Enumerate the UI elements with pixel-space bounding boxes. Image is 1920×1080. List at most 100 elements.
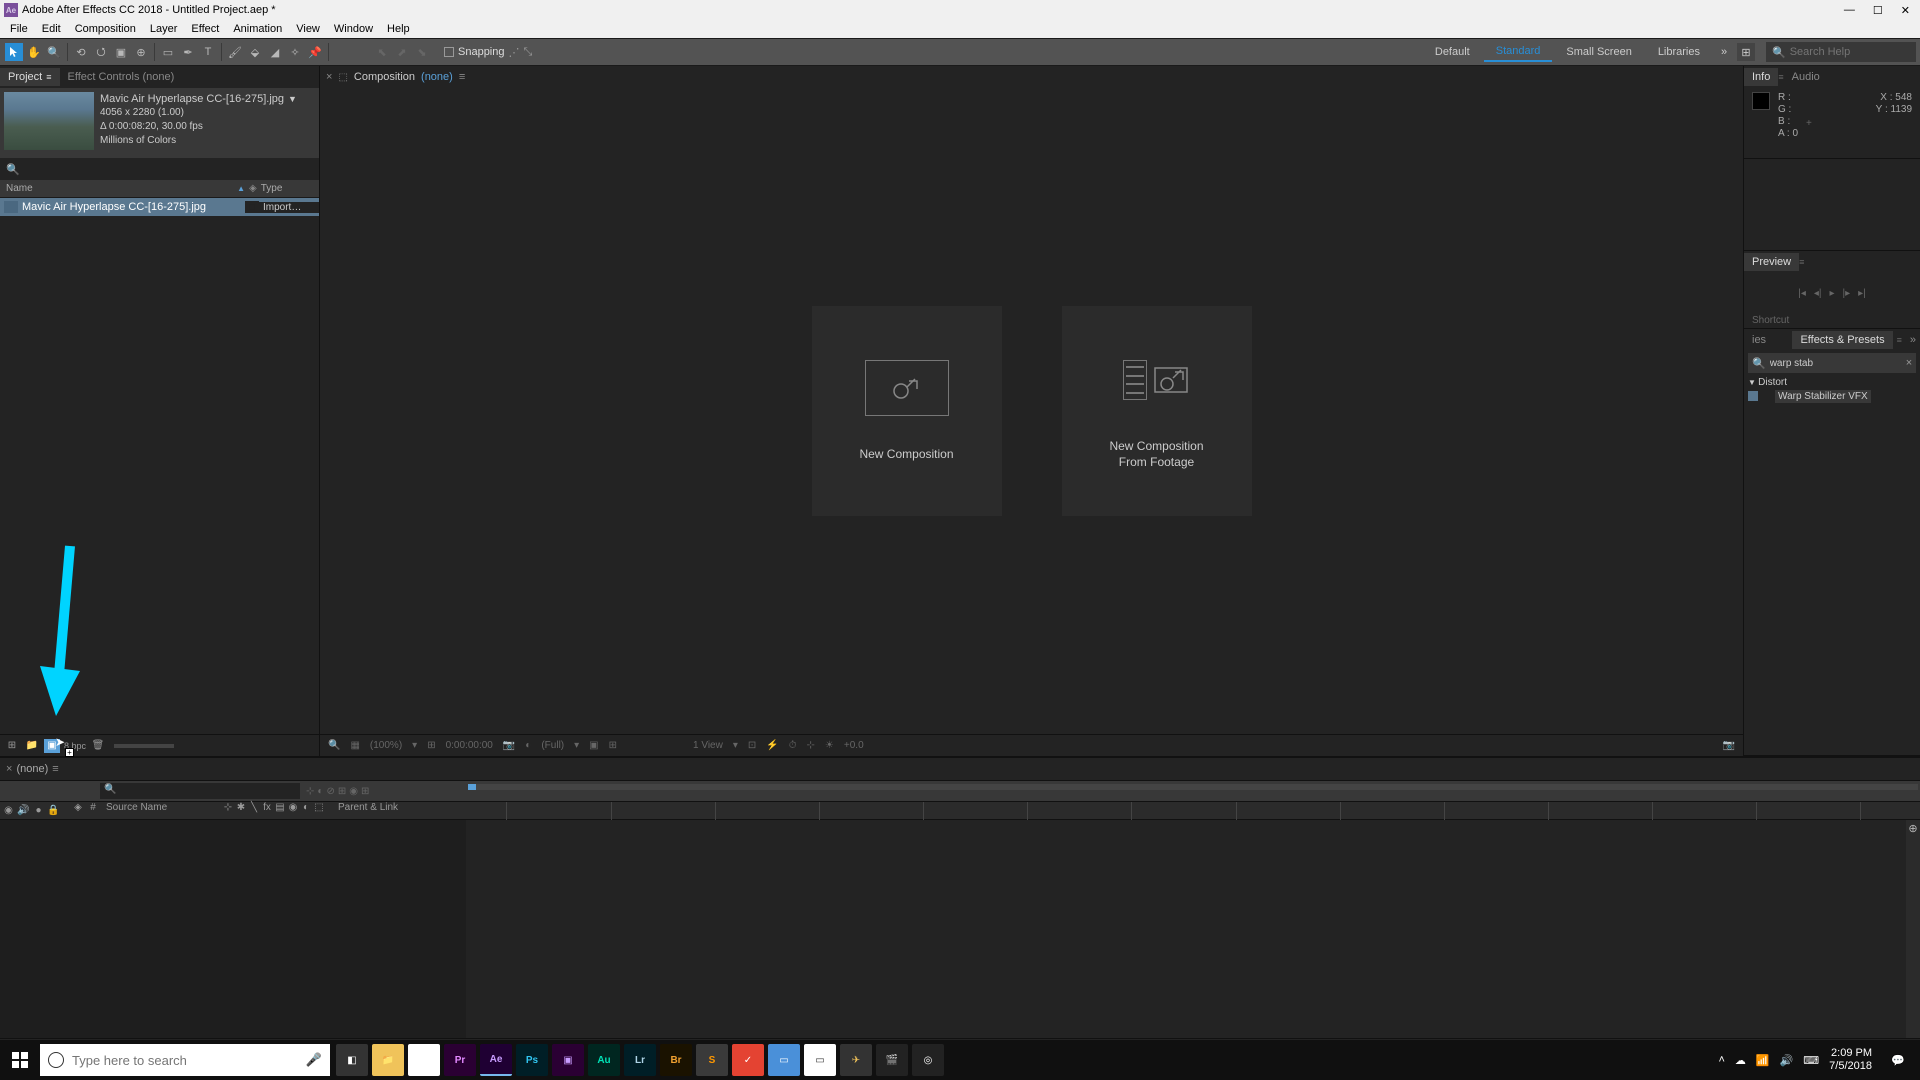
- asset-dropdown-icon[interactable]: ▼: [288, 92, 297, 106]
- taskbar-app-premiere[interactable]: Pr: [444, 1044, 476, 1076]
- roto-tool-icon[interactable]: ✧: [286, 43, 304, 61]
- menu-effect[interactable]: Effect: [185, 22, 225, 36]
- playhead[interactable]: [468, 781, 478, 803]
- local-axis-icon[interactable]: ⬉: [373, 43, 391, 61]
- timeline-side-toggle-icon[interactable]: ⊕: [1906, 820, 1920, 1038]
- taskbar-app-file-explorer[interactable]: 📁: [372, 1044, 404, 1076]
- language-icon[interactable]: ⌨: [1803, 1054, 1819, 1067]
- workspace-libraries[interactable]: Libraries: [1646, 43, 1712, 61]
- source-name-column[interactable]: Source Name: [102, 802, 222, 819]
- index-column[interactable]: #: [84, 802, 102, 819]
- brush-tool-icon[interactable]: 🖌: [226, 43, 244, 61]
- search-help-field[interactable]: 🔍: [1766, 42, 1916, 62]
- tray-overflow-icon[interactable]: ˄: [1718, 1054, 1724, 1066]
- collapse-switch-icon[interactable]: ✱: [235, 802, 247, 819]
- frame-blend-icon[interactable]: ⊞: [338, 786, 346, 797]
- taskbar-search[interactable]: 🎤: [40, 1044, 330, 1076]
- resolution-dropdown[interactable]: (Full): [539, 740, 566, 751]
- resolution-icon[interactable]: ⊞: [425, 740, 437, 751]
- taskbar-app-chrome[interactable]: ◉: [408, 1044, 440, 1076]
- panel-menu-icon[interactable]: ≡: [46, 72, 51, 82]
- selection-tool-icon[interactable]: [5, 43, 23, 61]
- wifi-icon[interactable]: 📶: [1756, 1054, 1770, 1067]
- delete-icon[interactable]: 🗑: [90, 739, 106, 753]
- snapping-expand-icon[interactable]: ⤡: [524, 46, 533, 59]
- menu-edit[interactable]: Edit: [36, 22, 67, 36]
- prev-frame-icon[interactable]: ◂|: [1814, 288, 1822, 299]
- shy-switch-icon[interactable]: ⊹: [222, 802, 234, 819]
- solo-column-icon[interactable]: ●: [32, 805, 45, 816]
- motion-blur-switch-icon[interactable]: ◉: [287, 802, 299, 819]
- eraser-tool-icon[interactable]: ◢: [266, 43, 284, 61]
- menu-view[interactable]: View: [290, 22, 326, 36]
- taskbar-app-photoshop[interactable]: Ps: [516, 1044, 548, 1076]
- minimize-button[interactable]: —: [1844, 4, 1855, 17]
- effects-category[interactable]: Distort: [1748, 377, 1916, 388]
- preview-tab[interactable]: Preview: [1744, 253, 1799, 271]
- close-tab-icon[interactable]: ×: [6, 763, 12, 775]
- close-tab-icon[interactable]: ×: [326, 71, 332, 83]
- audio-column-icon[interactable]: 🔊: [17, 805, 30, 816]
- effect-controls-tab[interactable]: Effect Controls (none): [60, 68, 183, 86]
- info-tab[interactable]: Info: [1744, 68, 1778, 86]
- project-list[interactable]: Mavic Air Hyperlapse CC-[16-275].jpg ■ I…: [0, 198, 319, 734]
- zoom-tool-icon[interactable]: 🔍: [45, 43, 63, 61]
- workspace-overflow-icon[interactable]: »: [1715, 43, 1733, 61]
- rotate-tool-icon[interactable]: ⭯: [92, 43, 110, 61]
- panel-overflow-icon[interactable]: »: [1906, 334, 1920, 346]
- graph-editor-icon[interactable]: ⊞: [361, 786, 369, 797]
- taskbar-app-notes[interactable]: ▭: [804, 1044, 836, 1076]
- fx-switch-icon[interactable]: fx: [261, 802, 273, 819]
- timeline-icon[interactable]: ⏱: [787, 740, 799, 751]
- search-help-input[interactable]: [1790, 46, 1920, 58]
- new-composition-from-footage-button[interactable]: New Composition From Footage: [1062, 306, 1252, 516]
- type-tool-icon[interactable]: T: [199, 43, 217, 61]
- taskbar-app-app-blue[interactable]: ▭: [768, 1044, 800, 1076]
- start-button[interactable]: [0, 1040, 40, 1080]
- taskbar-app-task-view[interactable]: ◧: [336, 1044, 368, 1076]
- effects-search[interactable]: 🔍 ×: [1748, 353, 1916, 373]
- view-axis-icon[interactable]: ⬊: [413, 43, 431, 61]
- exposure-value[interactable]: +0.0: [842, 740, 866, 751]
- project-tab[interactable]: Project ≡: [0, 68, 60, 86]
- puppet-tool-icon[interactable]: 📌: [306, 43, 324, 61]
- grid-icon[interactable]: ⊞: [607, 740, 619, 751]
- current-time[interactable]: 0:00:00:00: [444, 740, 495, 751]
- new-folder-icon[interactable]: 📁: [24, 739, 40, 753]
- libraries-tab[interactable]: ies: [1744, 331, 1774, 349]
- menu-file[interactable]: File: [4, 22, 34, 36]
- maximize-button[interactable]: ☐: [1873, 4, 1883, 17]
- panel-menu-icon[interactable]: ≡: [459, 71, 465, 83]
- last-frame-icon[interactable]: ▸|: [1858, 288, 1866, 299]
- mic-icon[interactable]: 🎤: [306, 1052, 322, 1068]
- snapping-toggle[interactable]: Snapping ⋰ ⤡: [444, 46, 532, 59]
- exposure-icon[interactable]: ☀: [823, 740, 836, 751]
- panel-menu-icon[interactable]: ≡: [1893, 335, 1906, 345]
- taskbar-app-bridge[interactable]: Br: [660, 1044, 692, 1076]
- taskbar-clock[interactable]: 2:09 PM 7/5/2018: [1829, 1047, 1872, 1073]
- first-frame-icon[interactable]: |◂: [1798, 288, 1806, 299]
- timeline-tracks-area[interactable]: [466, 820, 1906, 1038]
- onedrive-icon[interactable]: ☁: [1735, 1054, 1746, 1067]
- action-center-icon[interactable]: 💬: [1882, 1044, 1914, 1076]
- effect-item[interactable]: Warp Stabilizer VFX: [1775, 390, 1871, 403]
- clear-search-icon[interactable]: ×: [1906, 357, 1912, 369]
- snapshot-icon[interactable]: 📷: [501, 740, 517, 751]
- taskbar-app-lightroom[interactable]: Lr: [624, 1044, 656, 1076]
- workspace-small-screen[interactable]: Small Screen: [1554, 43, 1643, 61]
- timeline-tab-none[interactable]: (none): [16, 763, 48, 775]
- column-name[interactable]: Name: [0, 183, 237, 194]
- label-column-icon[interactable]: ◈: [72, 802, 84, 819]
- workspace-standard[interactable]: Standard: [1484, 42, 1553, 62]
- adjustment-switch-icon[interactable]: ◐: [300, 802, 312, 819]
- alpha-icon[interactable]: ▦: [348, 740, 361, 751]
- audio-tab[interactable]: Audio: [1784, 68, 1828, 86]
- workspace-default[interactable]: Default: [1423, 43, 1482, 61]
- lock-icon[interactable]: ⬚: [338, 72, 347, 83]
- clone-tool-icon[interactable]: ⬙: [246, 43, 264, 61]
- pen-tool-icon[interactable]: ✒: [179, 43, 197, 61]
- label-column-icon[interactable]: ◈: [249, 183, 257, 194]
- zoom-level[interactable]: (100%): [368, 740, 404, 751]
- effects-presets-tab[interactable]: Effects & Presets: [1792, 331, 1892, 349]
- orbit-tool-icon[interactable]: ⟲: [72, 43, 90, 61]
